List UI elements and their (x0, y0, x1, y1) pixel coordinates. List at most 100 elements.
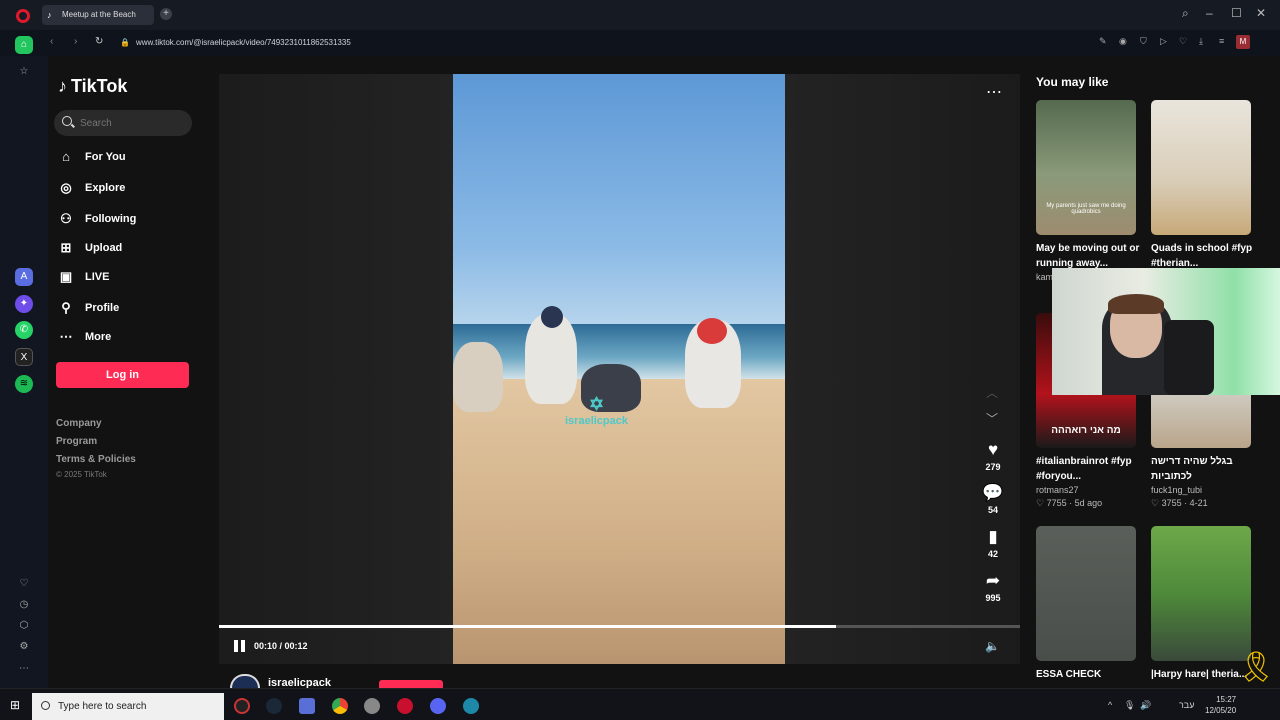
clock-date: 12/05/20 (1205, 706, 1237, 715)
forward-icon[interactable]: › (74, 36, 77, 47)
person-mask (697, 318, 727, 344)
pause-icon[interactable] (234, 640, 246, 652)
more-sidebar-icon[interactable]: ⋯ (15, 660, 33, 678)
opera-sidebar (0, 56, 48, 688)
upload-icon: ⊞ (60, 240, 72, 255)
windows-start-icon[interactable]: ⊞ (10, 698, 20, 712)
card-meta: ♡ 3755 · 4-21 (1151, 498, 1208, 509)
back-icon[interactable]: ‹ (50, 36, 53, 47)
card-title: ESSA CHECK (1036, 669, 1102, 680)
spotify-icon[interactable]: ≋ (15, 375, 33, 393)
discord-icon[interactable] (430, 698, 446, 714)
video-watermark: ✡ israelicpack (565, 394, 628, 427)
shield-icon[interactable]: ⛉ (1140, 36, 1147, 47)
volume-icon[interactable]: 🔈 (985, 639, 1000, 653)
share-action[interactable]: ➦ 995 (980, 571, 1006, 603)
nav-label: LIVE (85, 271, 110, 283)
footer-terms[interactable]: Terms & Policies (56, 454, 136, 465)
app-icon[interactable] (234, 698, 250, 714)
whatsapp-icon[interactable]: ✆ (15, 321, 33, 339)
video-progress-bar[interactable] (219, 625, 1020, 628)
footer-program[interactable]: Program (56, 436, 97, 447)
aria-icon[interactable]: A (15, 268, 33, 286)
nav-more[interactable]: ⋯ More (58, 327, 198, 349)
tab-title: Meetup at the Beach (62, 10, 136, 19)
save-count: 42 (987, 549, 998, 559)
footer-company[interactable]: Company (56, 418, 102, 429)
minimize-button[interactable]: – (1206, 6, 1213, 20)
x-icon[interactable]: X (15, 348, 33, 366)
profile-avatar[interactable]: M (1236, 35, 1250, 49)
opera-taskbar-icon[interactable] (397, 698, 413, 714)
taskbar-search[interactable]: Type here to search (32, 693, 224, 720)
maximize-button[interactable]: ☐ (1231, 6, 1242, 20)
card-thumbnail (1151, 526, 1251, 661)
tray-chevron-icon[interactable]: ^ (1108, 700, 1112, 710)
save-action[interactable]: ▮ 42 (980, 527, 1006, 559)
taskbar-clock[interactable]: 15:27 12/05/20 (1205, 694, 1236, 716)
follow-button[interactable] (379, 680, 443, 688)
comment-count: 54 (987, 505, 998, 515)
comment-action[interactable]: 💬 54 (980, 483, 1006, 515)
logo-text: TikTok (71, 76, 128, 96)
menu-icon[interactable]: ≡ (1219, 36, 1224, 46)
box-icon[interactable]: ⬡ (15, 617, 33, 635)
steam-icon[interactable] (266, 698, 282, 714)
chrome-icon[interactable] (332, 698, 348, 714)
opera-logo-icon[interactable] (16, 9, 30, 23)
nav-following[interactable]: ⚇ Following (58, 209, 198, 231)
ribbon-icon: 🎗 (1237, 651, 1276, 684)
nav-live[interactable]: ▣ LIVE (58, 267, 198, 289)
card-title: #italianbrainrot #fyp #foryou... (1036, 456, 1132, 482)
next-video-icon[interactable]: ﹀ (986, 410, 998, 427)
speaker-icon[interactable]: 🔊 (1140, 700, 1151, 711)
star-icon[interactable]: ☆ (15, 63, 33, 81)
nav-for-you[interactable]: ⌂ For You (58, 147, 198, 169)
search-input[interactable] (80, 116, 180, 130)
home-icon[interactable]: ⌂ (15, 36, 33, 54)
nav-upload[interactable]: ⊞ Upload (58, 238, 198, 260)
browser-tab[interactable]: ♪ Meetup at the Beach (42, 5, 154, 25)
settings-icon[interactable]: ⚙ (15, 638, 33, 656)
new-tab-button[interactable]: + (160, 8, 172, 20)
like-action[interactable]: ♥ 279 (980, 440, 1006, 472)
card-meta-text: 3755 · 4-21 (1161, 498, 1208, 508)
camera-icon[interactable]: ◉ (1119, 36, 1127, 47)
clock-time: 15:27 (1216, 695, 1237, 704)
app-icon[interactable] (364, 698, 380, 714)
language-indicator[interactable]: עבר (1179, 700, 1194, 710)
search-box[interactable] (54, 110, 192, 136)
card-thumbnail (1151, 100, 1251, 235)
history-icon[interactable]: ◷ (15, 596, 33, 614)
video-more-options-icon[interactable]: ⋯ (986, 82, 1003, 102)
thumbnail-caption: My parents just saw me doing quadrobics (1046, 203, 1126, 215)
webcam-chair (1164, 320, 1214, 395)
url-field[interactable]: www.tiktok.com/@israelicpack/video/74932… (136, 38, 351, 47)
close-window-button[interactable]: ✕ (1256, 6, 1266, 20)
nav-label: More (85, 331, 112, 343)
play-icon[interactable]: ▷ (1160, 36, 1167, 47)
app-icon[interactable] (463, 698, 479, 714)
nav-label: Upload (85, 242, 123, 254)
previous-video-icon[interactable]: ︿ (986, 384, 998, 401)
person (453, 342, 503, 412)
nav-profile[interactable]: ⚲ Profile (58, 298, 198, 320)
search-tabs-icon[interactable]: ⌕ (1182, 6, 1189, 21)
heart-icon[interactable]: ♡ (1179, 36, 1187, 47)
mic-icon[interactable]: 🎙 (1124, 700, 1135, 711)
tiktok-logo[interactable]: ♪ TikTok (58, 76, 127, 97)
compass-icon: ◎ (60, 180, 72, 195)
app-icon[interactable] (299, 698, 315, 714)
edit-icon[interactable]: ✎ (1099, 36, 1107, 47)
messenger-icon[interactable]: ✦ (15, 295, 33, 313)
share-count: 995 (985, 593, 1001, 603)
video-frame[interactable]: ✡ israelicpack (453, 74, 785, 664)
nav-explore[interactable]: ◎ Explore (58, 178, 198, 200)
download-icon[interactable]: ⤓ (1199, 36, 1203, 47)
nav-label: Explore (85, 182, 126, 194)
nav-label: Profile (85, 302, 120, 314)
heart-sidebar-icon[interactable]: ♡ (15, 575, 33, 593)
login-button[interactable]: Log in (56, 362, 189, 388)
reload-icon[interactable]: ↻ (95, 36, 103, 47)
thumbnail-caption: מה אני רואההה (1051, 425, 1121, 436)
